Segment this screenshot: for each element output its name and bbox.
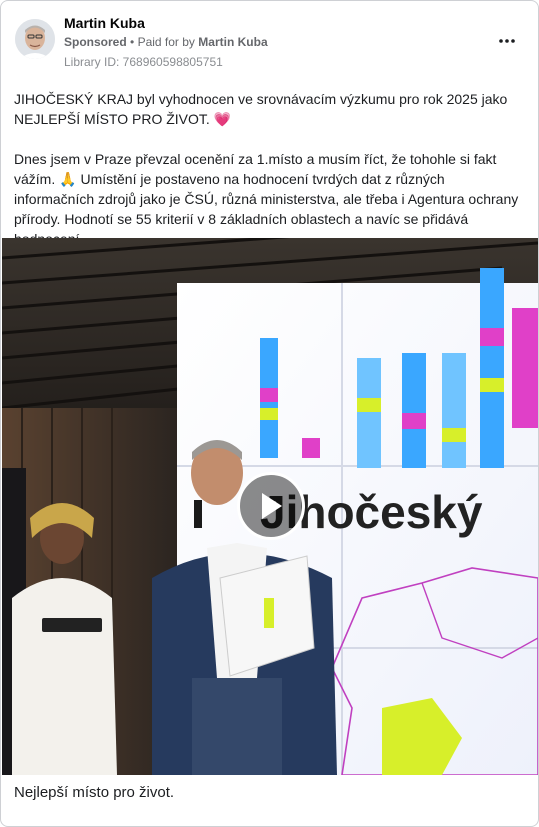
sponsored-label: Sponsored — [64, 35, 127, 49]
meta-separator: • — [130, 35, 135, 49]
library-id: Library ID: 768960598805751 — [64, 55, 223, 69]
video-caption: Nejlepší místo pro život. — [14, 784, 175, 801]
paragraph-2-text-b: Umístění je postaveno na hodnocení tvrdý… — [14, 171, 519, 247]
author-avatar[interactable] — [15, 19, 55, 59]
heart-emoji-icon: 💗 — [213, 111, 232, 127]
more-options-button[interactable] — [491, 29, 523, 53]
post-body-text: JIHOČESKÝ KRAJ byl vyhodnocen ve srovnáv… — [14, 89, 526, 249]
play-button[interactable] — [237, 472, 305, 540]
sponsored-meta: Sponsored • Paid for by Martin Kuba — [64, 35, 268, 49]
post-video[interactable]: Jihočeský — [2, 238, 538, 775]
play-icon — [262, 493, 282, 519]
avatar-portrait — [15, 19, 55, 59]
post-paragraph-1: JIHOČESKÝ KRAJ byl vyhodnocen ve srovnáv… — [14, 89, 526, 129]
paid-for-prefix: Paid for by — [137, 35, 195, 49]
folded-hands-emoji-icon: 🙏 — [59, 171, 77, 187]
paragraph-1-text: JIHOČESKÝ KRAJ byl vyhodnocen ve srovnáv… — [14, 91, 508, 127]
more-horizontal-icon — [499, 39, 515, 43]
post-paragraph-2: Dnes jsem v Praze převzal ocenění za 1.m… — [14, 149, 526, 249]
paid-for-name[interactable]: Martin Kuba — [198, 35, 267, 49]
sponsored-post-card: Martin Kuba Sponsored • Paid for by Mart… — [0, 0, 539, 827]
author-name[interactable]: Martin Kuba — [64, 15, 145, 31]
